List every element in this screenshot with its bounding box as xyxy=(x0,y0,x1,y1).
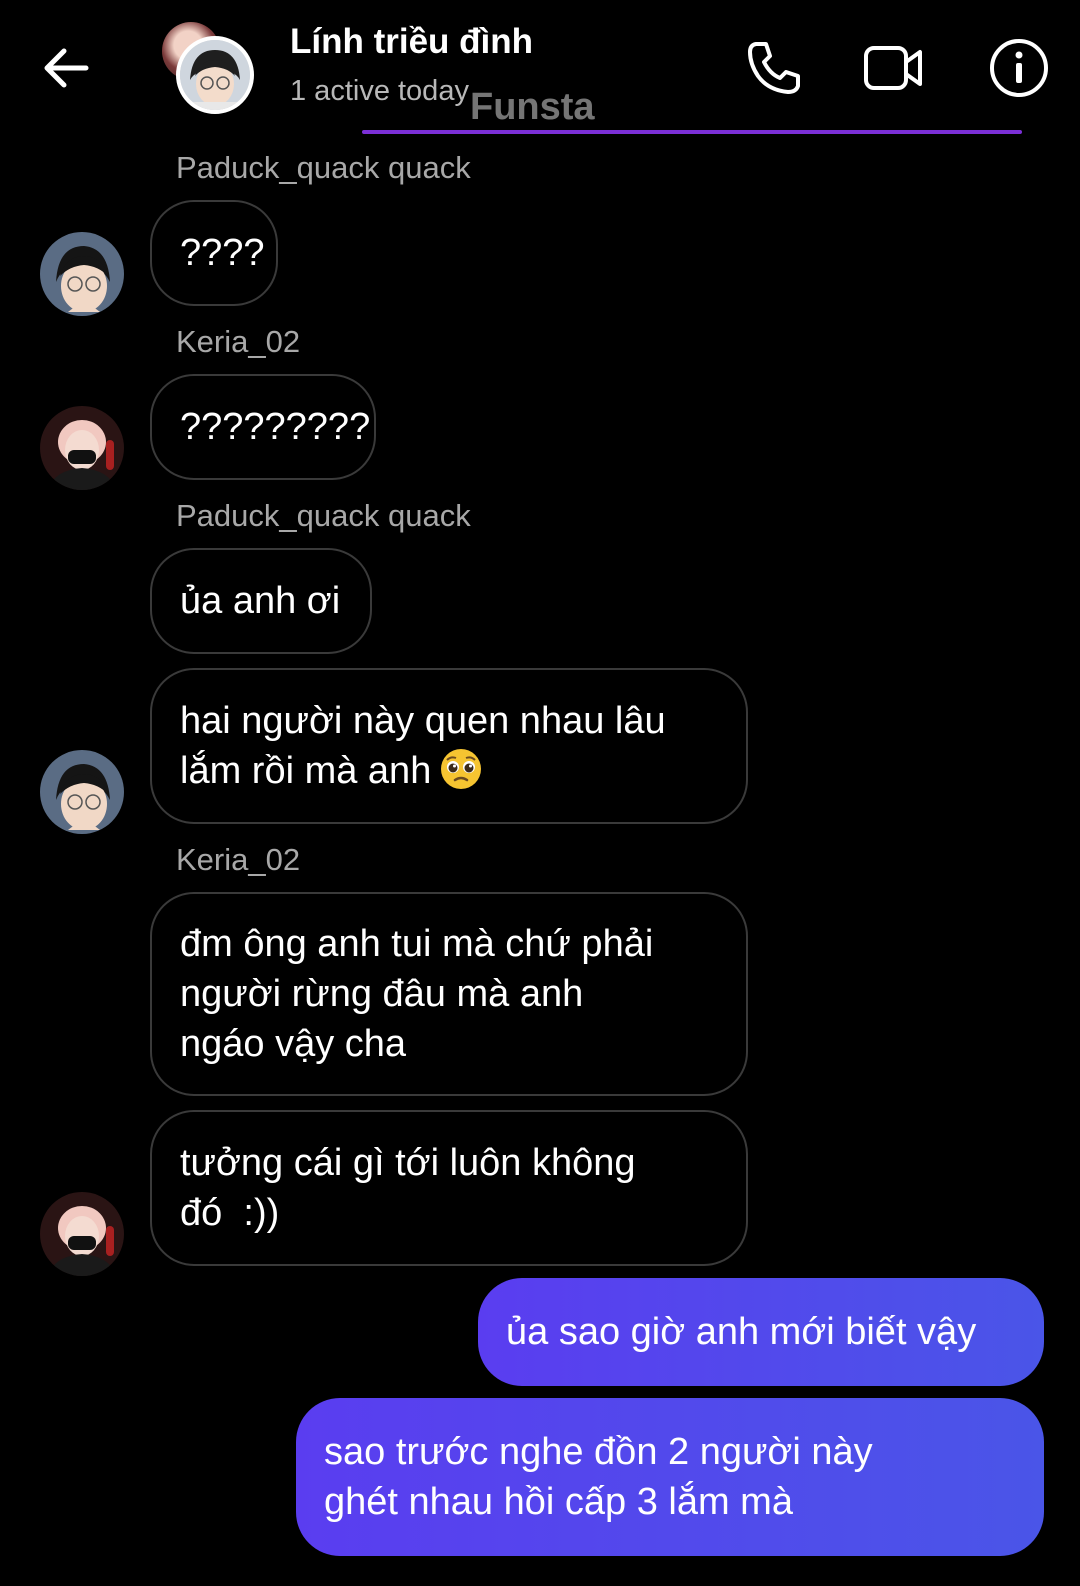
group-avatar[interactable] xyxy=(162,22,254,114)
message-bubble[interactable]: đm ông anh tui mà chứ phải người rừng đâ… xyxy=(150,892,748,1096)
pleading-face-emoji xyxy=(441,749,482,789)
avatar[interactable] xyxy=(40,750,124,834)
sender-name: Keria_02 xyxy=(176,324,301,359)
chat-title[interactable]: Lính triều đình xyxy=(290,22,533,62)
message-text: đm ông anh tui mà chứ phải người rừng đâ… xyxy=(180,923,654,1065)
avatar[interactable] xyxy=(40,232,124,316)
sender-name: Keria_02 xyxy=(176,842,301,877)
message-text: ủa anh ơi xyxy=(180,580,341,622)
message-bubble[interactable]: hai người này quen nhau lâu lắm rồi mà a… xyxy=(150,668,748,824)
outgoing-message-bubble[interactable]: sao trước nghe đồn 2 người này ghét nhau… xyxy=(296,1398,1044,1556)
avatar[interactable] xyxy=(40,1192,124,1276)
message-text: hai người này quen nhau lâu lắm rồi mà a… xyxy=(180,696,666,796)
message-text: ???? xyxy=(180,232,265,274)
sender-name: Paduck_quack quack xyxy=(176,150,471,185)
back-button[interactable] xyxy=(38,40,94,96)
message-bubble[interactable]: tưởng cái gì tới luôn không đó :)) xyxy=(150,1110,748,1266)
active-status: 1 active today xyxy=(290,75,469,107)
outgoing-message-bubble[interactable]: ủa sao giờ anh mới biết vậy xyxy=(478,1278,1044,1386)
chat-screen: Lính triều đình 1 active today Funsta Pa… xyxy=(0,0,1080,1586)
info-button[interactable] xyxy=(987,36,1051,100)
phone-icon xyxy=(748,42,800,94)
watermark-text: Funsta xyxy=(470,86,595,128)
sender-name: Paduck_quack quack xyxy=(176,498,471,533)
video-camera-icon xyxy=(864,46,922,90)
watermark-underline xyxy=(362,130,1022,134)
avatar-front xyxy=(176,36,254,114)
message-bubble[interactable]: ???? xyxy=(150,200,278,306)
message-text: ????????? xyxy=(180,406,371,448)
chat-header: Lính triều đình 1 active today Funsta xyxy=(0,0,1080,140)
message-bubble[interactable]: ????????? xyxy=(150,374,376,480)
arrow-left-icon xyxy=(44,48,89,88)
message-text-content: hai người này quen nhau lâu lắm rồi mà a… xyxy=(180,700,666,792)
video-call-button[interactable] xyxy=(862,36,926,100)
message-text: ủa sao giờ anh mới biết vậy xyxy=(506,1311,977,1353)
call-button[interactable] xyxy=(742,36,806,100)
message-bubble[interactable]: ủa anh ơi xyxy=(150,548,372,654)
message-text: tưởng cái gì tới luôn không đó :)) xyxy=(180,1142,636,1234)
info-icon xyxy=(990,39,1048,97)
avatar[interactable] xyxy=(40,406,124,490)
message-text: sao trước nghe đồn 2 người này ghét nhau… xyxy=(324,1431,873,1523)
